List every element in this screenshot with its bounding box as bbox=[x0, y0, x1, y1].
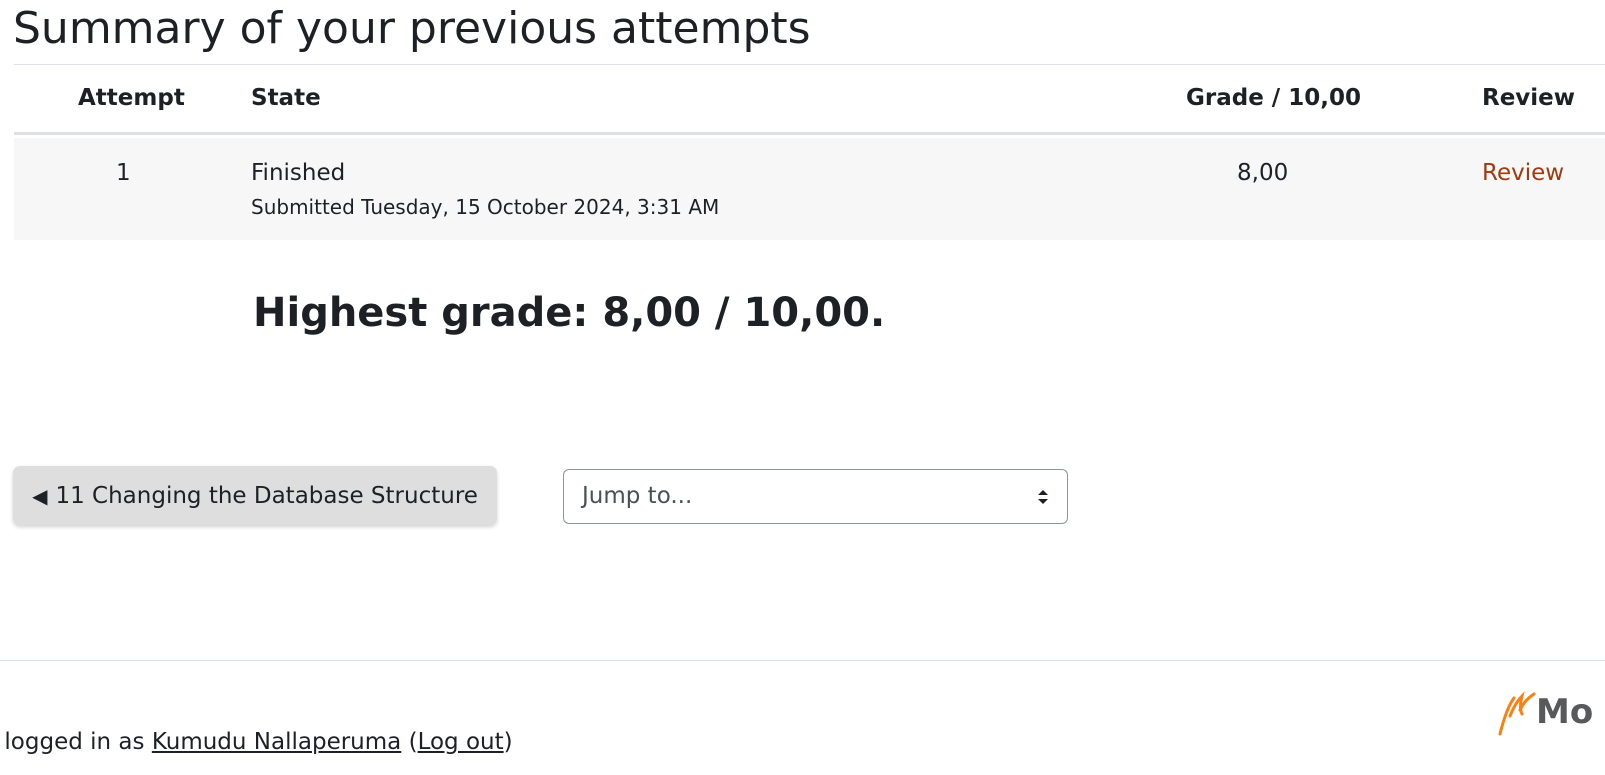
previous-activity-label: 11 Changing the Database Structure bbox=[55, 482, 478, 509]
footer-divider bbox=[0, 660, 1605, 661]
review-link[interactable]: Review bbox=[1482, 160, 1564, 186]
jump-to-placeholder: Jump to... bbox=[582, 483, 693, 509]
attempt-state: Finished bbox=[251, 160, 346, 186]
table-row: 1 Finished Submitted Tuesday, 15 October… bbox=[14, 138, 1605, 240]
highest-grade: Highest grade: 8,00 / 10,00. bbox=[253, 290, 886, 336]
header-state: State bbox=[251, 85, 321, 111]
attempt-submitted-date: Submitted Tuesday, 15 October 2024, 3:31… bbox=[251, 195, 720, 219]
login-info: re logged in as Kumudu Nallaperuma (Log … bbox=[0, 729, 513, 755]
jump-to-select[interactable]: Jump to... bbox=[563, 469, 1068, 524]
summary-heading: Summary of your previous attempts bbox=[13, 3, 811, 54]
moodle-hat-icon bbox=[1498, 691, 1536, 736]
moodle-logo-icon[interactable]: Mo bbox=[1498, 688, 1605, 738]
moodle-logo-text: Mo bbox=[1536, 692, 1594, 732]
quiz-summary-page: Summary of your previous attempts Attemp… bbox=[0, 0, 1605, 775]
header-review: Review bbox=[1482, 85, 1576, 111]
attempt-number: 1 bbox=[116, 160, 131, 186]
user-profile-link[interactable]: Kumudu Nallaperuma bbox=[152, 729, 401, 755]
left-arrow-icon: ◀ bbox=[32, 483, 48, 508]
sort-arrows-icon bbox=[1038, 490, 1048, 504]
previous-activity-button[interactable]: ◀ 11 Changing the Database Structure bbox=[13, 466, 497, 525]
table-header-row: Attempt State Grade / 10,00 Review bbox=[14, 65, 1605, 135]
header-grade: Grade / 10,00 bbox=[1186, 85, 1361, 111]
logout-link[interactable]: Log out bbox=[418, 729, 504, 755]
close-paren: ) bbox=[503, 729, 513, 755]
header-attempt: Attempt bbox=[78, 85, 185, 111]
open-paren: ( bbox=[401, 729, 418, 755]
attempt-grade: 8,00 bbox=[1237, 160, 1289, 186]
login-prefix: re logged in as bbox=[0, 729, 145, 755]
